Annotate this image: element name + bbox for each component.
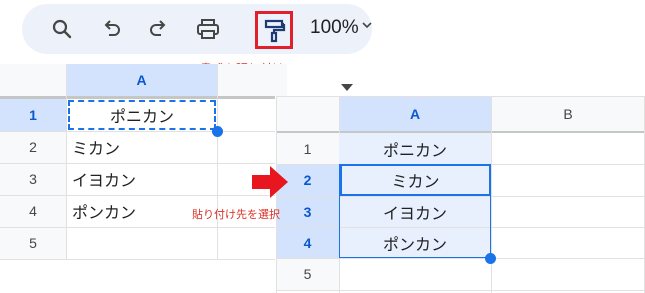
print-icon (196, 18, 220, 40)
row-header-4[interactable]: 4 (276, 227, 339, 258)
select-all-corner[interactable] (0, 64, 66, 96)
undo-button[interactable] (94, 4, 130, 54)
column-line (217, 64, 218, 260)
cell-a3[interactable]: イヨカン (66, 163, 217, 195)
column-menu-arrow-icon[interactable] (341, 77, 353, 96)
header-divider (0, 96, 275, 99)
search-button[interactable] (44, 4, 80, 54)
cell-a4[interactable]: ポンカン (339, 227, 491, 258)
chevron-down-icon[interactable] (362, 18, 372, 32)
fill-handle[interactable] (212, 126, 223, 137)
sheet-top-border (276, 96, 645, 97)
column-header-a[interactable]: A (339, 97, 491, 131)
fill-handle[interactable] (485, 253, 496, 264)
cell-a3[interactable]: イヨカン (339, 196, 491, 227)
row-header-4[interactable]: 4 (0, 195, 66, 227)
cell-a5[interactable] (66, 227, 217, 259)
row-header-1[interactable]: 1 (276, 133, 339, 164)
undo-icon (101, 18, 123, 40)
column-header-b[interactable] (217, 64, 287, 96)
cell-a1[interactable]: ポニカン (339, 133, 491, 164)
cell-a2[interactable]: ミカン (66, 131, 217, 163)
search-icon (51, 18, 73, 40)
row-header-1[interactable]: 1 (0, 99, 66, 131)
paint-format-button[interactable] (255, 11, 293, 49)
cell-a5[interactable] (339, 258, 491, 290)
row-header-3[interactable]: 3 (0, 163, 66, 195)
row-line (276, 290, 645, 291)
print-button[interactable] (188, 4, 228, 54)
redo-icon (147, 18, 169, 40)
redo-button[interactable] (140, 4, 176, 54)
cell-a2-active[interactable]: ミカン (340, 164, 491, 196)
row-line (0, 259, 275, 260)
select-all-corner[interactable] (276, 97, 339, 131)
row-header-5[interactable]: 5 (0, 227, 66, 259)
red-arrow-icon (252, 166, 288, 202)
row-header-5[interactable]: 5 (276, 258, 339, 290)
zoom-select[interactable]: 100% (310, 17, 359, 39)
paint-format-icon (264, 19, 286, 47)
column-header-b[interactable]: B (491, 97, 645, 131)
column-header-a[interactable]: A (66, 64, 217, 96)
cell-a1-copied[interactable]: ポニカン (68, 100, 216, 130)
row-header-2[interactable]: 2 (0, 131, 66, 163)
toolbar: 100% (22, 4, 372, 54)
select-destination-label: 貼り付け先を選択 (192, 208, 280, 221)
